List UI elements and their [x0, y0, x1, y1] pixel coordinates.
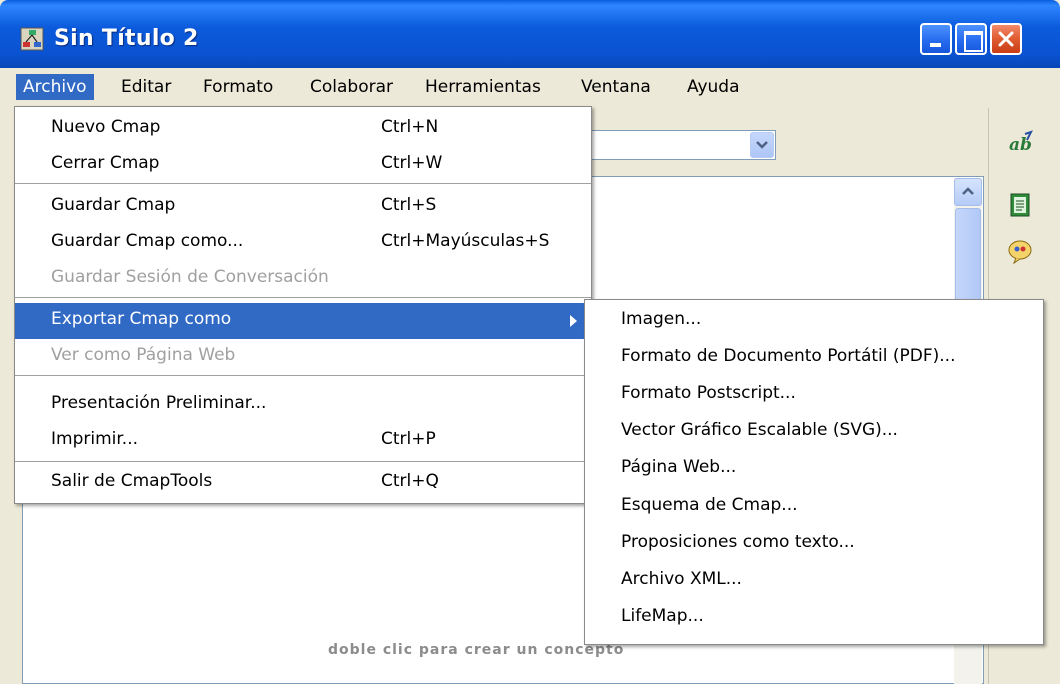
menu-item-nuevo-cmap[interactable]: Nuevo Cmap Ctrl+N	[15, 111, 591, 147]
scroll-up-icon[interactable]	[954, 178, 982, 206]
submenu-arrow-icon	[570, 315, 577, 327]
notes-icon[interactable]	[1007, 192, 1033, 218]
chevron-down-icon[interactable]	[750, 132, 774, 158]
menu-separator	[15, 461, 591, 462]
close-icon[interactable]	[990, 23, 1022, 55]
maximize-icon[interactable]	[955, 23, 987, 55]
app-window: Sin Título 2 Archivo Editar Formato Cola…	[0, 0, 1060, 684]
menu-item-presentacion[interactable]: Presentación Preliminar...	[15, 387, 591, 423]
chat-icon[interactable]	[1007, 238, 1033, 264]
canvas-hint: doble clic para crear un concepto	[328, 642, 625, 658]
submenu-item-esquema[interactable]: Esquema de Cmap...	[585, 490, 1043, 526]
title-bar[interactable]: Sin Título 2	[0, 0, 1060, 68]
menu-separator	[15, 183, 591, 184]
submenu-item-lifemap[interactable]: LifeMap...	[585, 601, 1043, 637]
file-menu: Nuevo Cmap Ctrl+N Cerrar Cmap Ctrl+W Gua…	[14, 106, 592, 504]
menu-editar[interactable]: Editar	[114, 74, 178, 100]
window-title: Sin Título 2	[54, 26, 199, 51]
submenu-item-svg[interactable]: Vector Gráfico Escalable (SVG)...	[585, 415, 1043, 451]
view-select[interactable]	[580, 130, 776, 160]
app-icon	[20, 27, 44, 51]
menu-bar: Archivo Editar Formato Colaborar Herrami…	[0, 68, 1060, 104]
menu-separator	[15, 297, 591, 298]
submenu-item-pdf[interactable]: Formato de Documento Portátil (PDF)...	[585, 341, 1043, 377]
menu-archivo[interactable]: Archivo	[16, 74, 94, 100]
menu-ventana[interactable]: Ventana	[574, 74, 658, 100]
menu-item-guardar-sesion: Guardar Sesión de Conversación	[51, 267, 329, 287]
styles-icon[interactable]: ab	[1007, 130, 1033, 156]
submenu-item-pagina-web[interactable]: Página Web...	[585, 452, 1043, 488]
menu-item-ver-pagina-web: Ver como Página Web	[51, 345, 236, 365]
menu-ayuda[interactable]: Ayuda	[680, 74, 747, 100]
submenu-item-postscript[interactable]: Formato Postscript...	[585, 378, 1043, 414]
submenu-item-imagen[interactable]: Imagen...	[585, 304, 1043, 340]
menu-herramientas[interactable]: Herramientas	[418, 74, 548, 100]
menu-formato[interactable]: Formato	[196, 74, 280, 100]
menu-item-guardar-cmap[interactable]: Guardar Cmap Ctrl+S	[15, 189, 591, 225]
menu-item-cerrar-cmap[interactable]: Cerrar Cmap Ctrl+W	[15, 147, 591, 183]
menu-item-salir[interactable]: Salir de CmapTools Ctrl+Q	[15, 465, 591, 501]
export-submenu: Imagen... Formato de Documento Portátil …	[584, 299, 1044, 645]
menu-item-exportar-cmap[interactable]: Exportar Cmap como	[15, 303, 591, 339]
menu-item-imprimir[interactable]: Imprimir... Ctrl+P	[15, 423, 591, 459]
minimize-icon[interactable]	[920, 23, 952, 55]
submenu-item-xml[interactable]: Archivo XML...	[585, 564, 1043, 600]
menu-separator	[15, 375, 591, 376]
menu-colaborar[interactable]: Colaborar	[303, 74, 400, 100]
menu-item-guardar-como[interactable]: Guardar Cmap como... Ctrl+Mayúsculas+S	[15, 225, 591, 261]
submenu-item-proposiciones[interactable]: Proposiciones como texto...	[585, 527, 1043, 563]
